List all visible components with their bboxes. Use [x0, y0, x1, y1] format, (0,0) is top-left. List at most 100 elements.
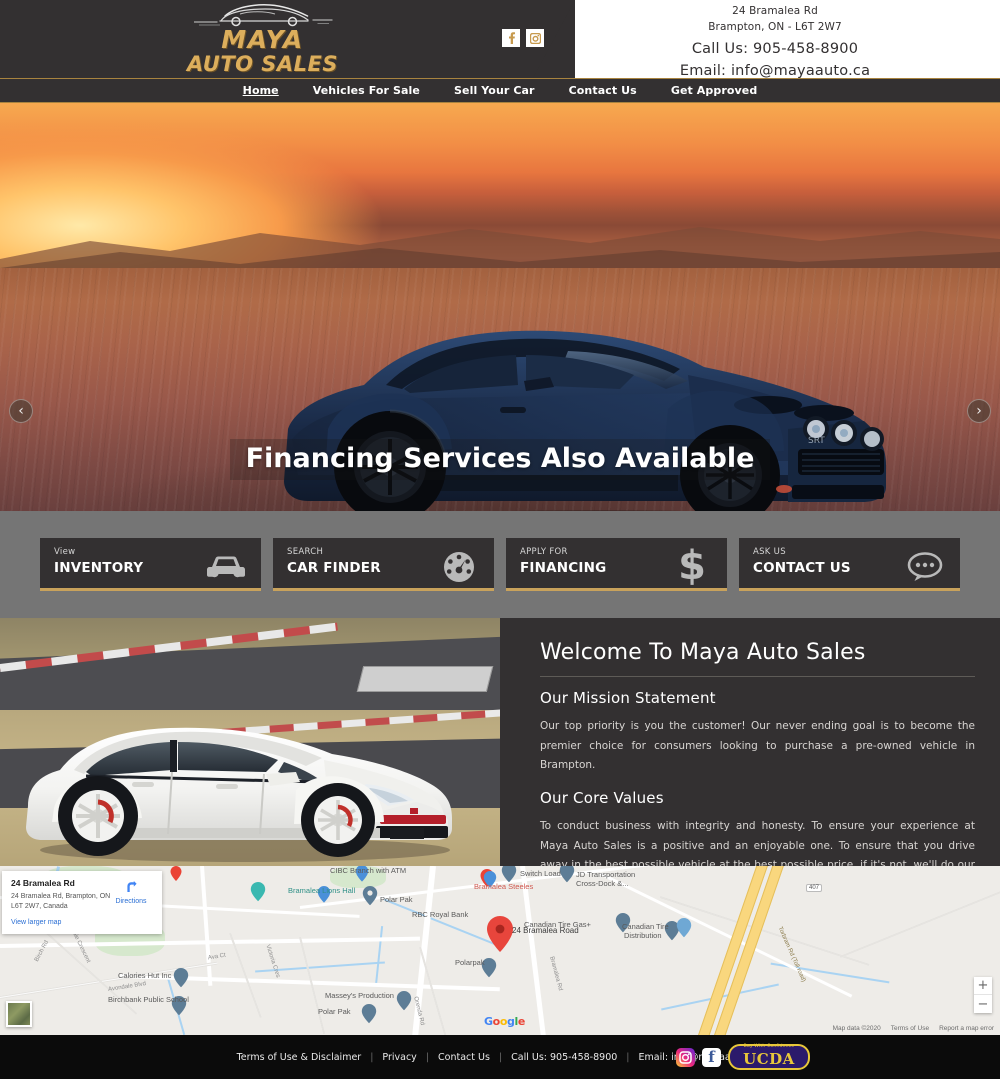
facebook-icon[interactable] — [502, 29, 520, 47]
hero-carousel: SRT ‹ › Financing Services Also Availabl… — [0, 103, 1000, 511]
map-place-label: Polarpak — [455, 958, 485, 967]
map-place-label: Bramalea Steeles — [474, 882, 534, 891]
quick-links-band: View INVENTORY SEARCH CAR FINDER APPLY F… — [0, 511, 1000, 618]
header-social-links — [502, 29, 544, 47]
directions-label: Directions — [115, 898, 147, 905]
quick-link-title: CAR FINDER — [287, 560, 381, 577]
welcome-text-column: Welcome To Maya Auto Sales Our Mission S… — [500, 618, 1000, 929]
core-values-heading: Our Core Values — [540, 789, 664, 808]
map-place-label: Cross-Dock &... — [576, 879, 629, 888]
main-location-marker — [487, 916, 513, 952]
quick-link-title: CONTACT US — [753, 560, 851, 577]
carousel-prev-button[interactable]: ‹ — [9, 399, 33, 423]
quick-link-title: INVENTORY — [54, 560, 144, 577]
google-logo-letter: o — [492, 1015, 501, 1028]
phone-number[interactable]: Call Us: 905-458-8900 — [570, 38, 980, 61]
footer-link-contact-us[interactable]: Contact Us — [429, 1052, 499, 1063]
main-navigation: Home Vehicles For Sale Sell Your Car Con… — [0, 78, 1000, 103]
map-terms-of-use-link[interactable]: Terms of Use — [891, 1025, 929, 1032]
ucda-badge[interactable]: Buy With Confidence UCDA — [728, 1044, 810, 1070]
view-larger-map-link[interactable]: View larger map — [11, 919, 153, 926]
address-line-1: 24 Bramalea Rd — [732, 5, 818, 17]
ucda-badge-tagline: Buy With Confidence — [743, 1044, 795, 1049]
facebook-icon[interactable]: f — [702, 1047, 721, 1067]
map-place-label: Calories Hut Inc — [118, 971, 172, 980]
quick-links-row: View INVENTORY SEARCH CAR FINDER APPLY F… — [40, 538, 960, 591]
map-place-label: Massey's Production — [325, 991, 394, 1000]
footer-phone[interactable]: Call Us: 905-458-8900 — [502, 1052, 626, 1063]
mission-text: Our top priority is you the customer! Ou… — [540, 720, 975, 771]
google-map-embed[interactable]: 407 Torbram Rd (Toll road) Avondale Blvd… — [0, 866, 1000, 1035]
quick-link-subtitle: APPLY FOR — [520, 547, 568, 557]
quick-link-contact-us[interactable]: ASK US CONTACT US — [739, 538, 960, 591]
instagram-icon[interactable] — [526, 29, 544, 47]
quick-link-inventory[interactable]: View INVENTORY — [40, 538, 261, 591]
quick-link-labels: SEARCH CAR FINDER — [287, 547, 381, 576]
quick-link-labels: APPLY FOR FINANCING — [520, 547, 606, 576]
map-card-address: 24 Bramalea Rd, Brampton, ON L6T 2W7, Ca… — [11, 893, 111, 911]
google-logo-letter: e — [517, 1015, 525, 1028]
welcome-image — [0, 618, 500, 866]
footer-link-terms[interactable]: Terms of Use & Disclaimer — [228, 1052, 371, 1063]
quick-link-financing[interactable]: APPLY FOR FINANCING $ — [506, 538, 727, 591]
white-sedan-image — [20, 710, 460, 862]
map-report-error-link[interactable]: Report a map error — [939, 1025, 994, 1032]
map-zoom-in-button[interactable]: + — [974, 977, 992, 995]
logo-text-secondary: AUTO SALES — [186, 51, 339, 76]
map-info-card[interactable]: 24 Bramalea Rd 24 Bramalea Rd, Brampton,… — [2, 871, 162, 935]
quick-link-subtitle: ASK US — [753, 547, 786, 557]
map-satellite-toggle[interactable] — [6, 1001, 32, 1027]
email-address[interactable]: Email: info@mayaauto.ca — [570, 61, 980, 78]
google-logo-letter: G — [484, 1015, 493, 1028]
map-place-label: JD Transportation — [576, 870, 636, 879]
map-attribution: Map data ©2020 Terms of Use Report a map… — [833, 1025, 994, 1032]
site-header: MAYA AUTO SALES 24 Bramalea Rd Brampton,… — [0, 0, 1000, 78]
map-place-label: Bramalea Lions Hall — [288, 886, 356, 895]
speech-bubble-icon — [904, 549, 946, 585]
map-data-credit: Map data ©2020 — [832, 1025, 881, 1032]
website-page: MAYA AUTO SALES 24 Bramalea Rd Brampton,… — [0, 0, 1000, 1085]
map-place-label: Canadian Tire — [622, 922, 669, 931]
map-zoom-out-button[interactable]: − — [974, 995, 992, 1013]
car-icon — [205, 549, 247, 585]
google-logo-letter: o — [499, 1015, 508, 1028]
map-place-label: Birchbank Public School — [108, 995, 189, 1004]
quick-link-subtitle: SEARCH — [287, 547, 324, 557]
gauge-icon — [438, 549, 480, 585]
hero-caption: Financing Services Also Available — [0, 439, 1000, 480]
address-line-2: Brampton, ON - L6T 2W7 — [708, 21, 842, 34]
google-logo: Google — [484, 1015, 525, 1028]
quick-link-subtitle: View — [54, 547, 76, 557]
instagram-icon[interactable] — [676, 1047, 695, 1067]
ucda-badge-text: UCDA — [743, 1049, 795, 1068]
nav-item-vehicles-for-sale[interactable]: Vehicles For Sale — [296, 85, 437, 96]
nav-item-home[interactable]: Home — [226, 85, 296, 96]
welcome-title: Welcome To Maya Auto Sales — [540, 640, 975, 678]
nav-item-get-approved[interactable]: Get Approved — [654, 85, 775, 96]
site-logo[interactable]: MAYA AUTO SALES — [0, 0, 525, 78]
quick-link-labels: ASK US CONTACT US — [753, 547, 851, 576]
map-place-label: Switch Load — [520, 869, 561, 878]
racetrack-barrier — [356, 666, 494, 692]
map-zoom-controls: + − — [974, 977, 992, 1013]
nav-item-contact-us[interactable]: Contact Us — [552, 85, 654, 96]
logo-text-primary: MAYA — [221, 24, 304, 54]
map-place-label: RBC Royal Bank — [412, 910, 469, 919]
footer-badges: f Buy With Confidence UCDA — [676, 1044, 810, 1070]
carousel-next-button[interactable]: › — [967, 399, 991, 423]
map-place-label: CIBC Branch with ATM — [330, 866, 407, 875]
dollar-icon: $ — [671, 543, 713, 589]
site-footer: Terms of Use & Disclaimer | Privacy | Co… — [0, 1035, 1000, 1079]
quick-link-car-finder[interactable]: SEARCH CAR FINDER — [273, 538, 494, 591]
main-location-label: 24 Bramalea Road — [512, 926, 579, 935]
nav-item-sell-your-car[interactable]: Sell Your Car — [437, 85, 552, 96]
map-place-label: Polar Pak — [380, 895, 413, 904]
mission-heading: Our Mission Statement — [540, 689, 716, 708]
map-place-label: Polar Pak — [318, 1007, 351, 1016]
hero-caption-text: Financing Services Also Available — [229, 439, 771, 480]
quick-link-labels: View INVENTORY — [54, 547, 143, 576]
footer-link-privacy[interactable]: Privacy — [373, 1052, 425, 1063]
directions-button[interactable]: Directions — [109, 880, 153, 905]
quick-link-title: FINANCING — [520, 560, 607, 577]
dollar-glyph: $ — [678, 543, 706, 589]
